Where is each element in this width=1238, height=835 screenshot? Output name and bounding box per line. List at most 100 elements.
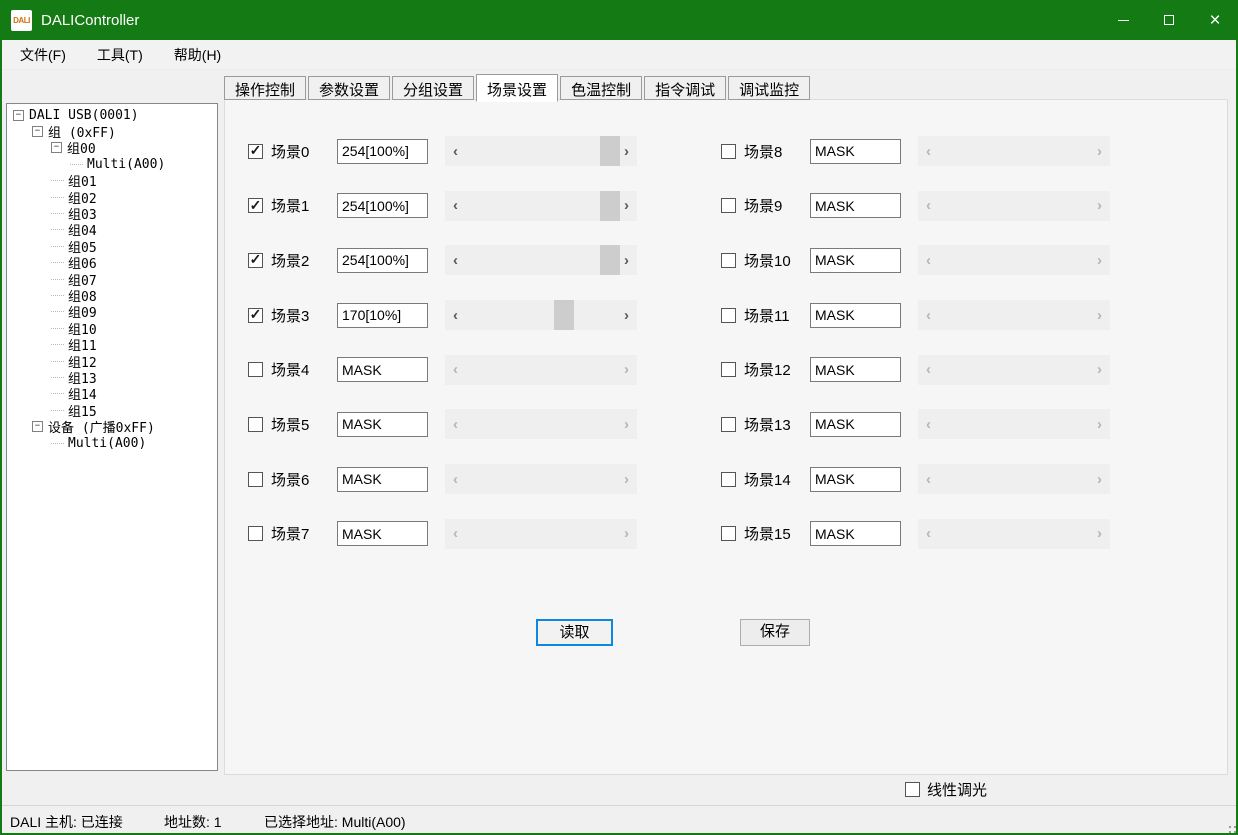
scene-value-input[interactable] <box>337 193 428 218</box>
scene-value-input[interactable] <box>810 248 901 273</box>
scene-checkbox[interactable]: ✓ <box>248 526 263 541</box>
slider-arrow-left-icon[interactable]: ‹ <box>447 355 464 385</box>
scene-value-input[interactable] <box>337 303 428 328</box>
scene-value-input[interactable] <box>810 139 901 164</box>
scene-value-input[interactable] <box>810 467 901 492</box>
tree-item[interactable]: Multi(A00) <box>7 156 217 172</box>
slider-arrow-left-icon[interactable]: ‹ <box>920 409 937 439</box>
tab-grouping-settings[interactable]: 分组设置 <box>392 76 474 100</box>
tree-expand-icon[interactable]: − <box>32 126 43 137</box>
scene-value-input[interactable] <box>810 303 901 328</box>
scene-checkbox[interactable]: ✓ <box>248 198 263 213</box>
slider-arrow-left-icon[interactable]: ‹ <box>920 300 937 330</box>
slider-thumb[interactable] <box>600 191 620 221</box>
scene-checkbox[interactable]: ✓ <box>248 144 263 159</box>
scene-checkbox[interactable]: ✓ <box>721 198 736 213</box>
scene-slider[interactable]: ‹ › <box>445 300 637 330</box>
close-button[interactable]: × <box>1192 0 1238 40</box>
slider-arrow-left-icon[interactable]: ‹ <box>920 136 937 166</box>
scene-value-input[interactable] <box>337 521 428 546</box>
tree-item[interactable]: 组01 <box>7 173 217 189</box>
tree-item[interactable]: 组08 <box>7 287 217 303</box>
tab-debug-monitor[interactable]: 调试监控 <box>728 76 810 100</box>
slider-arrow-right-icon[interactable]: › <box>1091 300 1108 330</box>
tree-item[interactable]: −DALI USB(0001) <box>7 107 217 123</box>
tab-color-temp-control[interactable]: 色温控制 <box>560 76 642 100</box>
slider-arrow-right-icon[interactable]: › <box>618 409 635 439</box>
slider-arrow-left-icon[interactable]: ‹ <box>447 409 464 439</box>
slider-arrow-right-icon[interactable]: › <box>1091 245 1108 275</box>
menu-help[interactable]: 帮助(H) <box>163 41 232 69</box>
minimize-button[interactable] <box>1100 0 1146 40</box>
slider-arrow-right-icon[interactable]: › <box>618 300 635 330</box>
maximize-button[interactable] <box>1146 0 1192 40</box>
save-button[interactable]: 保存 <box>740 619 810 646</box>
slider-arrow-right-icon[interactable]: › <box>618 245 635 275</box>
tree-item[interactable]: −组 (0xFF) <box>7 123 217 139</box>
slider-arrow-left-icon[interactable]: ‹ <box>447 300 464 330</box>
slider-arrow-left-icon[interactable]: ‹ <box>447 519 464 549</box>
slider-arrow-right-icon[interactable]: › <box>618 519 635 549</box>
resize-grip[interactable] <box>1229 826 1231 828</box>
slider-arrow-right-icon[interactable]: › <box>618 191 635 221</box>
linear-dimming-checkbox[interactable]: ✓ <box>905 782 920 797</box>
tree-expand-icon[interactable]: − <box>51 142 62 153</box>
tree-item[interactable]: 组02 <box>7 189 217 205</box>
tree-item[interactable]: 组15 <box>7 402 217 418</box>
read-button[interactable]: 读取 <box>536 619 613 646</box>
tree-expand-icon[interactable]: − <box>32 421 43 432</box>
tree-item[interactable]: 组14 <box>7 386 217 402</box>
scene-slider[interactable]: ‹ › <box>445 245 637 275</box>
slider-arrow-left-icon[interactable]: ‹ <box>920 245 937 275</box>
tree-expand-icon[interactable]: − <box>13 110 24 121</box>
scene-slider[interactable]: ‹ › <box>445 136 637 166</box>
scene-value-input[interactable] <box>337 467 428 492</box>
slider-arrow-left-icon[interactable]: ‹ <box>447 464 464 494</box>
slider-arrow-left-icon[interactable]: ‹ <box>920 355 937 385</box>
tree-item[interactable]: 组05 <box>7 238 217 254</box>
tree-item[interactable]: 组12 <box>7 353 217 369</box>
tree-item[interactable]: −组00 <box>7 140 217 156</box>
scene-value-input[interactable] <box>810 357 901 382</box>
scene-checkbox[interactable]: ✓ <box>721 144 736 159</box>
slider-arrow-right-icon[interactable]: › <box>1091 464 1108 494</box>
scene-value-input[interactable] <box>810 193 901 218</box>
tree-item[interactable]: −设备 (广播0xFF) <box>7 418 217 434</box>
slider-arrow-left-icon[interactable]: ‹ <box>447 245 464 275</box>
slider-arrow-right-icon[interactable]: › <box>1091 519 1108 549</box>
menu-file[interactable]: 文件(F) <box>9 41 77 69</box>
scene-checkbox[interactable]: ✓ <box>248 417 263 432</box>
slider-arrow-right-icon[interactable]: › <box>1091 191 1108 221</box>
slider-arrow-left-icon[interactable]: ‹ <box>447 136 464 166</box>
scene-value-input[interactable] <box>337 139 428 164</box>
scene-value-input[interactable] <box>337 248 428 273</box>
scene-checkbox[interactable]: ✓ <box>721 472 736 487</box>
slider-arrow-right-icon[interactable]: › <box>1091 136 1108 166</box>
tree-item[interactable]: 组06 <box>7 255 217 271</box>
slider-arrow-right-icon[interactable]: › <box>1091 409 1108 439</box>
tab-command-debug[interactable]: 指令调试 <box>644 76 726 100</box>
scene-checkbox[interactable]: ✓ <box>248 472 263 487</box>
tab-operation-control[interactable]: 操作控制 <box>224 76 306 100</box>
slider-arrow-left-icon[interactable]: ‹ <box>920 464 937 494</box>
scene-value-input[interactable] <box>337 357 428 382</box>
tab-scene-settings[interactable]: 场景设置 <box>476 74 558 102</box>
tree-item[interactable]: 组03 <box>7 205 217 221</box>
tree-item[interactable]: 组11 <box>7 336 217 352</box>
scene-checkbox[interactable]: ✓ <box>721 362 736 377</box>
slider-arrow-right-icon[interactable]: › <box>618 136 635 166</box>
scene-checkbox[interactable]: ✓ <box>248 253 263 268</box>
slider-arrow-right-icon[interactable]: › <box>1091 355 1108 385</box>
scene-checkbox[interactable]: ✓ <box>721 526 736 541</box>
tree-item[interactable]: Multi(A00) <box>7 435 217 451</box>
menu-tools[interactable]: 工具(T) <box>86 41 154 69</box>
slider-arrow-left-icon[interactable]: ‹ <box>920 519 937 549</box>
scene-checkbox[interactable]: ✓ <box>721 417 736 432</box>
scene-checkbox[interactable]: ✓ <box>721 253 736 268</box>
slider-thumb[interactable] <box>600 245 620 275</box>
tab-parameter-settings[interactable]: 参数设置 <box>308 76 390 100</box>
scene-value-input[interactable] <box>810 521 901 546</box>
scene-value-input[interactable] <box>810 412 901 437</box>
slider-arrow-right-icon[interactable]: › <box>618 464 635 494</box>
slider-arrow-left-icon[interactable]: ‹ <box>920 191 937 221</box>
